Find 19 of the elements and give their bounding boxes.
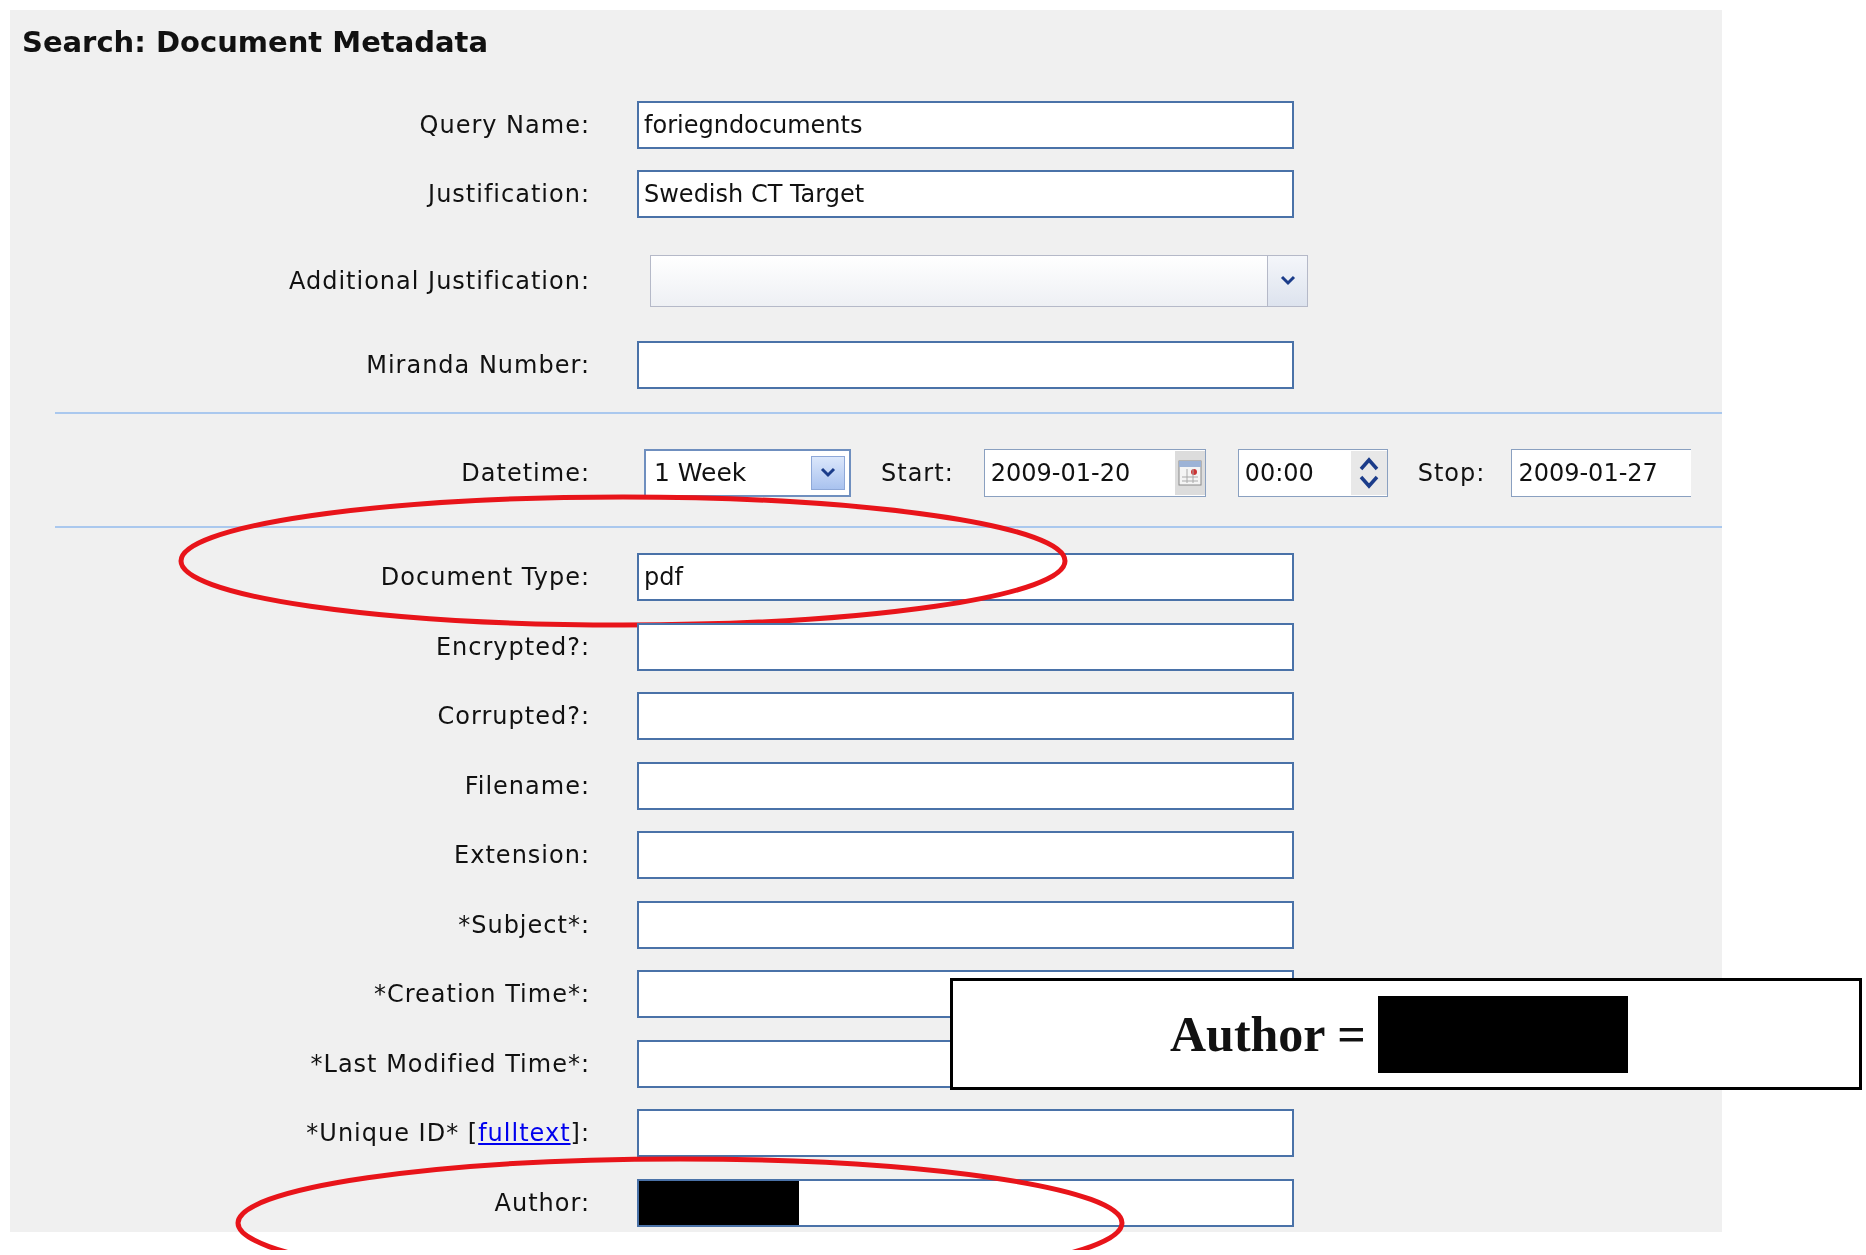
field-label: Additional Justification: [287,265,590,297]
field-label: Justification: [425,179,590,211]
field-label: *Creation Time*: [373,979,590,1011]
field-label: Extension: [453,840,590,872]
field-label: *Last Modified Time*: [309,1048,590,1080]
field-label: Miranda Number: [365,350,590,382]
field-label: *Unique ID* [fulltext]: [305,1118,590,1150]
form-title: Search: Document Metadata [22,24,489,61]
start-label: Start: [881,457,954,489]
field-label: Datetime: [460,457,590,489]
field-label: Document Type: [379,562,590,594]
field-label: Author: [493,1187,590,1219]
callout-text: Author = [1170,1004,1366,1064]
field-label: Corrupted?: [436,701,590,733]
field-label: Encrypted?: [434,631,590,663]
field-label: Filename: [463,770,590,802]
stop-label: Stop: [1417,457,1486,489]
field-label: *Subject*: [457,909,590,941]
field-label: Query Name: [418,109,590,141]
